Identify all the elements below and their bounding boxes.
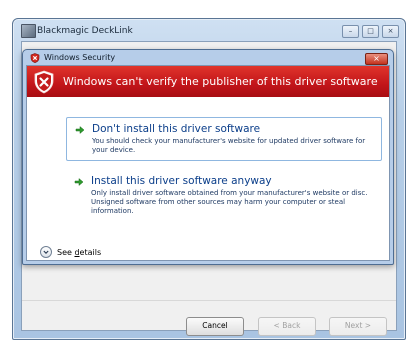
green-arrow-icon <box>75 125 85 135</box>
see-details-toggle[interactable]: See details <box>40 246 101 258</box>
next-button[interactable]: Next > <box>329 317 387 336</box>
option-title: Install this driver software anyway <box>91 175 272 187</box>
option-description: You should check your manufacturer's web… <box>92 137 366 154</box>
window-controls: – □ × <box>342 25 399 38</box>
window-title: Blackmagic DeckLink <box>37 26 133 36</box>
back-button[interactable]: < Back <box>258 317 316 336</box>
close-button[interactable]: × <box>382 25 399 38</box>
see-details-label: See details <box>57 247 102 257</box>
warning-banner: Windows can't verify the publisher of th… <box>27 66 389 97</box>
chevron-down-icon <box>40 246 52 258</box>
option-description: Only install driver software obtained fr… <box>91 189 368 215</box>
minimize-button[interactable]: – <box>342 25 359 38</box>
windows-security-dialog: Windows Security × Windows can't verify … <box>22 49 394 265</box>
warning-message: Windows can't verify the publisher of th… <box>63 75 378 88</box>
dialog-close-button[interactable]: × <box>365 53 388 65</box>
security-shield-icon <box>30 53 40 63</box>
dialog-body: Windows can't verify the publisher of th… <box>26 65 390 261</box>
green-arrow-icon <box>74 177 84 187</box>
warning-shield-icon <box>34 70 54 94</box>
option-title: Don't install this driver software <box>92 123 261 135</box>
footer-divider <box>22 300 396 301</box>
dont-install-option[interactable]: Don't install this driver software You s… <box>66 117 382 161</box>
dialog-title: Windows Security <box>44 53 116 62</box>
maximize-button[interactable]: □ <box>362 25 379 38</box>
app-icon <box>21 24 36 38</box>
cancel-button[interactable]: Cancel <box>186 317 244 336</box>
install-anyway-option[interactable]: Install this driver software anyway Only… <box>66 170 382 221</box>
